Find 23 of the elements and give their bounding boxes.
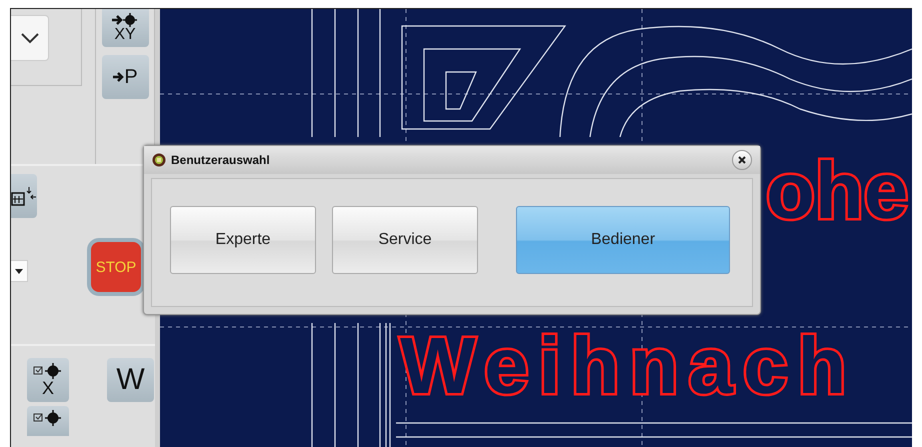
dropdown-button[interactable] [11,15,49,61]
w-button[interactable]: W [107,358,154,402]
role-button[interactable]: Service [332,206,478,274]
zero-axis-button[interactable] [27,406,69,436]
move-button[interactable]: P [102,55,148,99]
chevron-down-icon [20,32,40,44]
role-button[interactable]: Experte [170,206,316,274]
checkbox-crosshair-icon [33,410,63,426]
canvas-text: ohe [766,146,908,235]
arrow-icon [112,72,124,82]
tool-offset-icon [11,185,37,207]
dropdown-field[interactable] [11,260,28,282]
caret-down-icon [15,268,23,274]
arrow-crosshair-icon [110,13,140,27]
zero-axis-button[interactable]: X [27,358,69,402]
close-button[interactable] [732,150,752,170]
move-button[interactable]: XY [102,9,148,47]
role-button[interactable]: Bediener [516,206,730,274]
dialog-title: Benutzerauswahl [171,153,271,167]
close-icon [738,156,746,164]
tool-button[interactable] [11,174,37,218]
app-icon [152,153,166,167]
checkbox-crosshair-icon [33,363,63,379]
